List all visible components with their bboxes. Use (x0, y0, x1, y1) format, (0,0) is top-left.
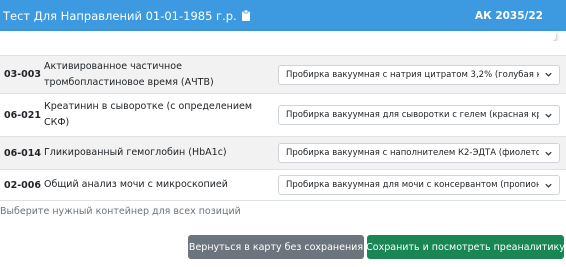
container-select[interactable]: Пробирка вакуумная для мочи с консервант… (278, 175, 560, 195)
container-select-value: Пробирка вакуумная с наполнителем К2-ЭДТ… (286, 148, 539, 158)
test-name: Гликированный гемоглобин (HbA1c) (44, 145, 264, 161)
container-select[interactable]: Пробирка вакуумная для сыворотки с гелем… (278, 105, 560, 125)
test-name-line: Активированное частичное (44, 60, 182, 72)
chevron-down-icon (545, 72, 552, 77)
chevron-down-icon (545, 183, 552, 188)
page-header: Тест Для Направлений 01-01-1985 г.р. АК … (0, 0, 566, 31)
header-code: АК 2035/22 (474, 9, 543, 22)
chevron-down-icon (545, 151, 552, 156)
container-select-value: Пробирка вакуумная с натрия цитратом 3,2… (286, 69, 539, 80)
test-name: Креатинин в сыворотке (с определением СК… (44, 99, 264, 131)
tests-table: 03-003 Активированное частичное тромбопл… (0, 56, 566, 201)
container-select[interactable]: Пробирка вакуумная с натрия цитратом 3,2… (278, 64, 560, 85)
container-select[interactable]: Пробирка вакуумная с наполнителем К2-ЭДТ… (278, 143, 560, 163)
chevron-down-icon (545, 113, 552, 118)
clipboard-icon (241, 9, 250, 21)
container-select-value: Пробирка вакуумная для мочи с консервант… (286, 180, 539, 190)
test-code: 03-003 (4, 69, 41, 80)
container-select-value: Пробирка вакуумная для сыворотки с гелем… (286, 110, 539, 120)
test-name-line: Общий анализ мочи с микроскопией (44, 179, 228, 190)
test-code: 06-021 (4, 109, 41, 121)
test-name-line: СКФ) (44, 117, 70, 128)
test-name-line: тромбопластиновое время (АЧТВ) (44, 76, 214, 88)
spacer (0, 41, 566, 56)
save-and-view-button[interactable]: Сохранить и посмотреть преаналитику (366, 235, 565, 259)
table-row: 06-021 Креатинин в сыворотке (с определе… (0, 94, 566, 137)
back-without-saving-button[interactable]: Вернуться в карту без сохранения (188, 235, 364, 259)
table-row: 06-014 Гликированный гемоглобин (HbA1c) … (0, 137, 566, 170)
table-row: 02-006 Общий анализ мочи с микроскопией … (0, 170, 566, 201)
test-name: Общий анализ мочи с микроскопией (44, 177, 264, 193)
test-name: Активированное частичное тромбопластинов… (44, 59, 264, 91)
test-name-line: Гликированный гемоглобин (HbA1c) (44, 147, 227, 158)
test-name-line: Креатинин в сыворотке (с определением (44, 101, 253, 112)
header-title-group: Тест Для Направлений 01-01-1985 г.р. (3, 9, 250, 23)
test-code: 06-014 (4, 147, 41, 159)
hint-text: Выберите нужный контейнер для всех позиц… (0, 206, 241, 217)
test-code: 02-006 (4, 179, 41, 191)
header-shadow-strip (0, 31, 556, 41)
header-title: Тест Для Направлений 01-01-1985 г.р. (3, 8, 237, 23)
table-row: 03-003 Активированное частичное тромбопл… (0, 56, 566, 94)
